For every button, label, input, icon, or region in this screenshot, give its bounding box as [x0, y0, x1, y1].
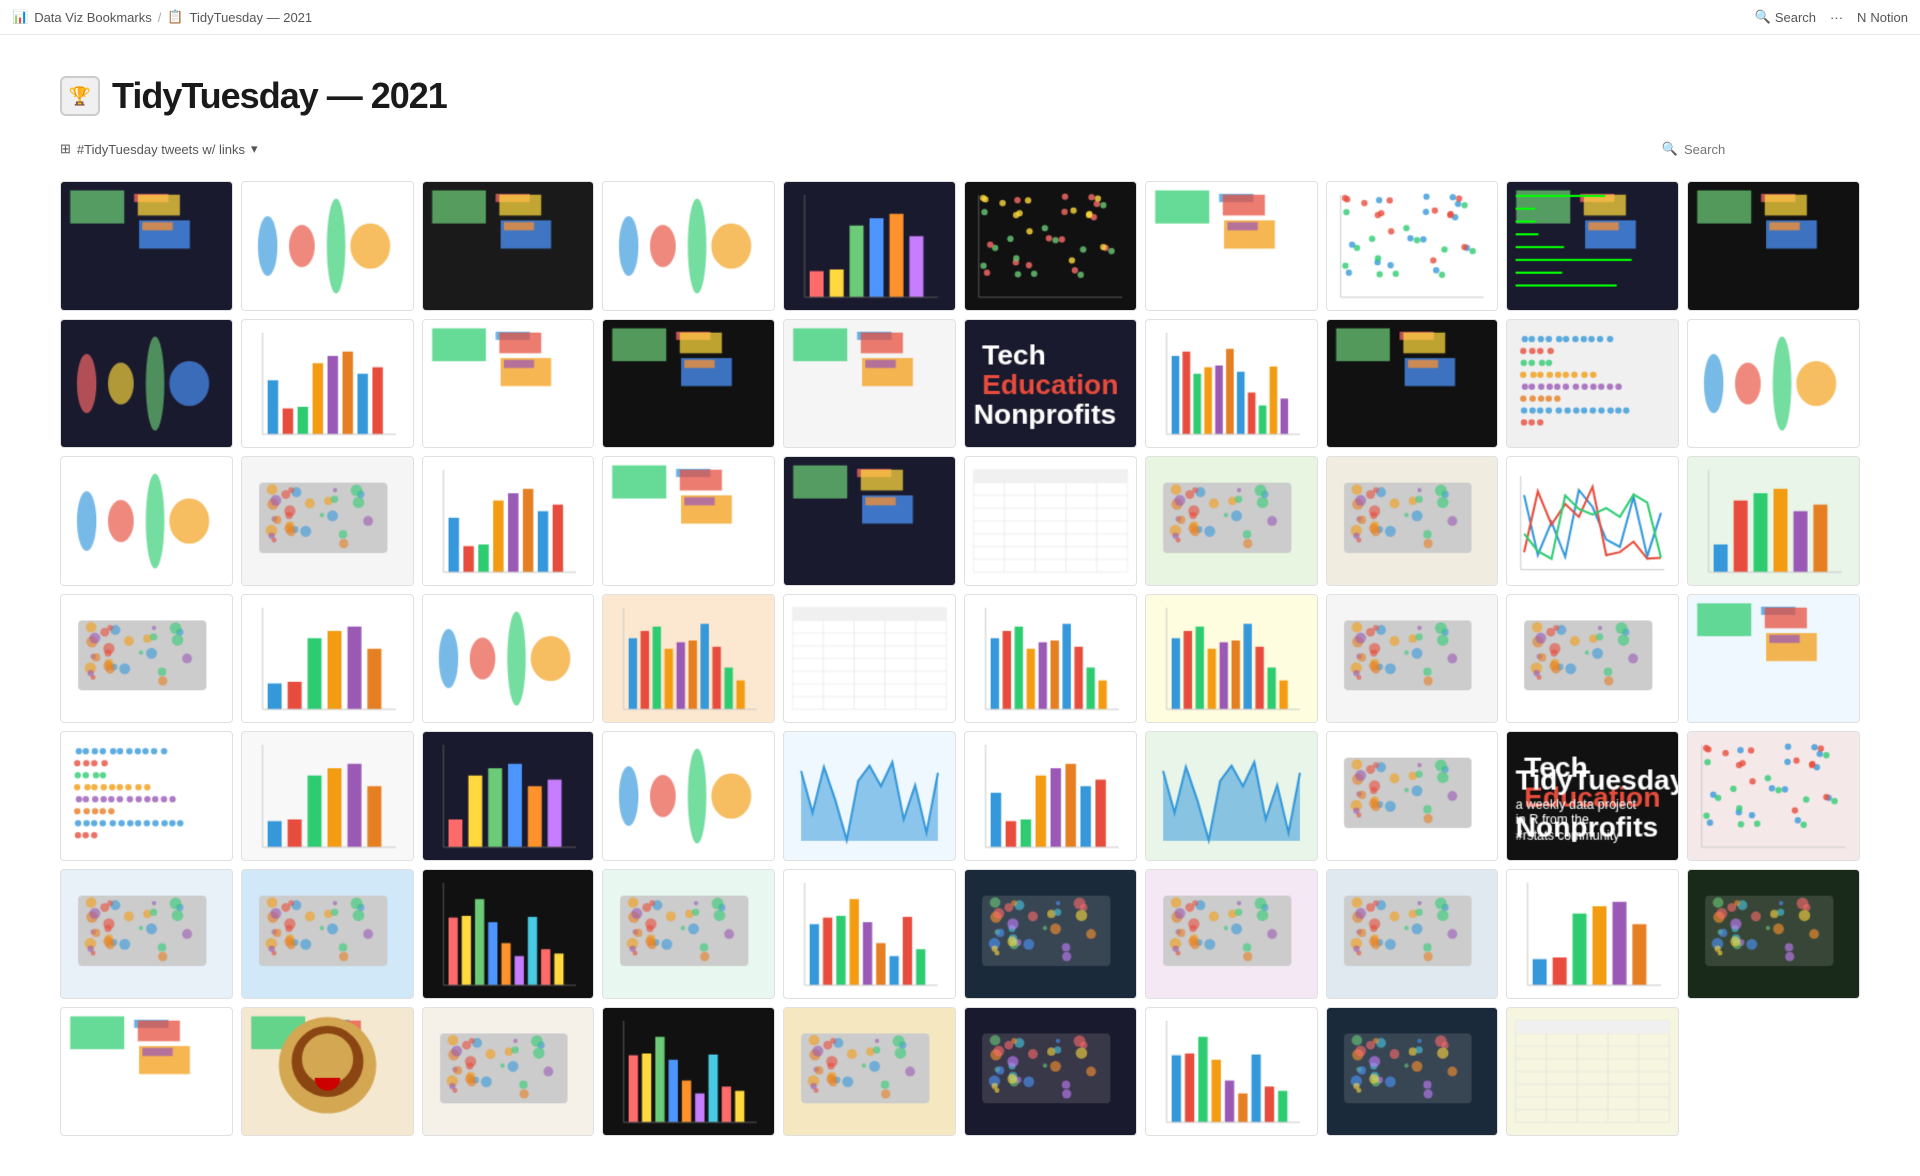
gallery-item[interactable]	[964, 319, 1137, 449]
gallery-item[interactable]	[241, 181, 414, 311]
gallery-item[interactable]	[60, 731, 233, 861]
gallery-item[interactable]	[422, 181, 595, 311]
gallery-item[interactable]	[241, 456, 414, 586]
gallery-item[interactable]	[1687, 594, 1860, 724]
gallery-item[interactable]	[1506, 594, 1679, 724]
gallery-item[interactable]	[1326, 869, 1499, 999]
breadcrumb-item2[interactable]: TidyTuesday — 2021	[190, 10, 313, 25]
more-label: ···	[1830, 10, 1843, 25]
more-button[interactable]: ···	[1830, 10, 1843, 25]
gallery-item[interactable]	[60, 869, 233, 999]
breadcrumb: 📊 Data Viz Bookmarks / 📋 TidyTuesday — 2…	[12, 9, 312, 25]
gallery-item[interactable]	[1506, 319, 1679, 449]
gallery-item[interactable]	[1326, 319, 1499, 449]
gallery-item[interactable]	[241, 594, 414, 724]
gallery-item[interactable]	[783, 181, 956, 311]
gallery-item[interactable]	[422, 1007, 595, 1137]
gallery-item[interactable]	[964, 731, 1137, 861]
notion-button[interactable]: N Notion	[1857, 10, 1908, 25]
gallery-item[interactable]	[1326, 1007, 1499, 1137]
gallery-item[interactable]	[1687, 456, 1860, 586]
gallery-item[interactable]	[783, 869, 956, 999]
top-bar-actions: 🔍 Search ··· N Notion	[1755, 9, 1908, 25]
gallery-item[interactable]	[1506, 869, 1679, 999]
table-icon: ⊞	[60, 141, 71, 157]
gallery-item[interactable]	[783, 1007, 956, 1137]
breadcrumb-separator: /	[158, 10, 162, 25]
gallery-item[interactable]	[60, 319, 233, 449]
gallery-item[interactable]	[1687, 181, 1860, 311]
gallery-item[interactable]	[1145, 319, 1318, 449]
gallery-item[interactable]	[422, 456, 595, 586]
gallery-item[interactable]	[422, 869, 595, 999]
gallery-item[interactable]	[241, 869, 414, 999]
filter-right: 🔍	[1662, 141, 1860, 157]
gallery-item[interactable]	[602, 319, 775, 449]
gallery-item[interactable]	[602, 456, 775, 586]
gallery-item[interactable]	[1326, 181, 1499, 311]
gallery-item[interactable]	[1326, 456, 1499, 586]
gallery-item[interactable]	[60, 1007, 233, 1137]
search-label: Search	[1775, 10, 1816, 25]
gallery-item[interactable]	[964, 456, 1137, 586]
chevron-down-icon: ▾	[251, 141, 258, 157]
breadcrumb-icon: 📊	[12, 9, 28, 25]
page-header: 🏆 TidyTuesday — 2021	[60, 75, 1860, 117]
search-icon: 🔍	[1755, 9, 1771, 25]
gallery-item[interactable]	[1506, 456, 1679, 586]
filter-left[interactable]: ⊞ #TidyTuesday tweets w/ links ▾	[60, 141, 258, 157]
filter-label: #TidyTuesday tweets w/ links	[77, 142, 245, 157]
filter-bar: ⊞ #TidyTuesday tweets w/ links ▾ 🔍	[60, 141, 1860, 165]
gallery-item[interactable]	[241, 319, 414, 449]
gallery-item[interactable]	[602, 1007, 775, 1137]
gallery-item[interactable]	[60, 181, 233, 311]
search-button[interactable]: 🔍 Search	[1755, 9, 1816, 25]
breadcrumb-icon2: 📋	[167, 9, 183, 25]
gallery-item[interactable]	[1506, 181, 1679, 311]
gallery-item[interactable]	[964, 594, 1137, 724]
gallery-item[interactable]	[60, 456, 233, 586]
gallery-item[interactable]	[1506, 1007, 1679, 1137]
gallery-item[interactable]	[1687, 319, 1860, 449]
gallery-item[interactable]	[1145, 869, 1318, 999]
gallery-item[interactable]	[964, 1007, 1137, 1137]
gallery-grid	[60, 181, 1860, 1136]
page-icon: 🏆	[60, 76, 100, 116]
gallery-item[interactable]	[241, 1007, 414, 1137]
page-title: TidyTuesday — 2021	[112, 75, 447, 117]
gallery-item[interactable]	[1326, 731, 1499, 861]
gallery-item[interactable]	[1687, 869, 1860, 999]
gallery-item[interactable]	[1145, 1007, 1318, 1137]
notion-label: Notion	[1870, 10, 1908, 25]
gallery-item[interactable]	[422, 731, 595, 861]
gallery-item[interactable]	[964, 181, 1137, 311]
gallery-search-input[interactable]	[1684, 142, 1860, 157]
gallery-item[interactable]	[1506, 731, 1679, 861]
search-small-icon: 🔍	[1662, 141, 1678, 157]
gallery-item[interactable]	[422, 594, 595, 724]
top-bar: 📊 Data Viz Bookmarks / 📋 TidyTuesday — 2…	[0, 0, 1920, 35]
gallery-item[interactable]	[422, 319, 595, 449]
gallery-item[interactable]	[783, 319, 956, 449]
notion-icon: N	[1857, 10, 1866, 25]
icon-symbol: 🏆	[69, 86, 91, 107]
breadcrumb-item1[interactable]: Data Viz Bookmarks	[34, 10, 152, 25]
gallery-item[interactable]	[602, 731, 775, 861]
gallery-item[interactable]	[1326, 594, 1499, 724]
gallery-item[interactable]	[783, 456, 956, 586]
gallery-item[interactable]	[1145, 594, 1318, 724]
gallery-item[interactable]	[964, 869, 1137, 999]
gallery-item[interactable]	[60, 594, 233, 724]
gallery-item[interactable]	[1145, 456, 1318, 586]
gallery-item[interactable]	[783, 731, 956, 861]
gallery-item[interactable]	[1145, 731, 1318, 861]
page-content: 🏆 TidyTuesday — 2021 ⊞ #TidyTuesday twee…	[0, 35, 1920, 1176]
gallery-item[interactable]	[1687, 731, 1860, 861]
gallery-item[interactable]	[241, 731, 414, 861]
gallery-item[interactable]	[602, 869, 775, 999]
gallery-item[interactable]	[783, 594, 956, 724]
gallery-item[interactable]	[602, 181, 775, 311]
gallery-item[interactable]	[1145, 181, 1318, 311]
gallery-item[interactable]	[602, 594, 775, 724]
